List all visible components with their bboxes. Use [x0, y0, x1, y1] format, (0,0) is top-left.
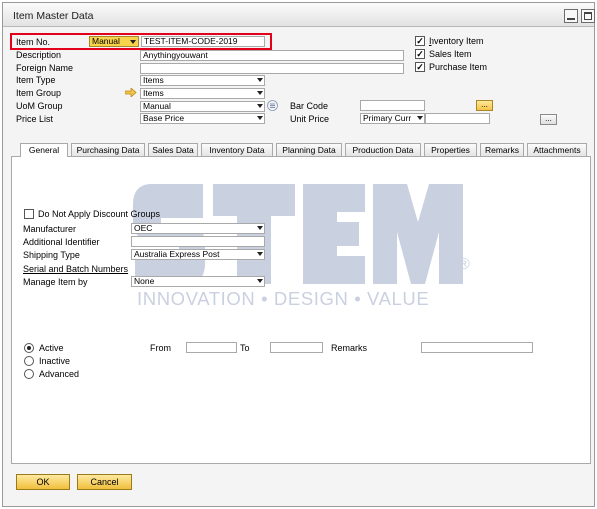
- chevron-down-icon: [257, 78, 263, 82]
- chevron-down-icon: [257, 226, 263, 230]
- unit-price-input[interactable]: [425, 113, 490, 124]
- stem-watermark-logo: [133, 184, 463, 284]
- manufacturer-label: Manufacturer: [23, 224, 77, 234]
- remarks-input[interactable]: [421, 342, 533, 353]
- item-type-dropdown[interactable]: Items: [140, 75, 265, 86]
- item-no-label: Item No.: [16, 37, 51, 47]
- description-value: Anythingyouwant: [143, 50, 208, 60]
- tab-attachments[interactable]: Attachments: [527, 143, 587, 156]
- ok-button[interactable]: OK: [16, 474, 70, 490]
- manage-item-by-dropdown[interactable]: None: [131, 276, 265, 287]
- additional-identifier-label: Additional Identifier: [23, 237, 100, 247]
- item-type-label: Item Type: [16, 75, 56, 85]
- sales-item-label: Sales Item: [429, 49, 472, 59]
- uom-group-value: Manual: [143, 101, 171, 111]
- tab-general[interactable]: General: [20, 143, 68, 157]
- tab-planning-data[interactable]: Planning Data: [276, 143, 342, 156]
- list-details-icon[interactable]: [267, 100, 278, 111]
- item-group-label: Item Group: [16, 88, 62, 98]
- chevron-down-icon: [130, 40, 136, 44]
- bar-code-label: Bar Code: [290, 101, 329, 111]
- chevron-down-icon: [257, 252, 263, 256]
- manufacturer-dropdown[interactable]: OEC: [131, 223, 265, 234]
- title-bar[interactable]: Item Master Data: [3, 3, 595, 27]
- tab-remarks[interactable]: Remarks: [480, 143, 524, 156]
- price-list-dropdown[interactable]: Base Price: [140, 113, 265, 124]
- sales-item-checkbox[interactable]: ✓: [415, 49, 425, 59]
- item-no-mode-dropdown[interactable]: Manual: [89, 36, 139, 47]
- price-list-value: Base Price: [143, 113, 185, 123]
- no-discount-label: Do Not Apply Discount Groups: [38, 209, 161, 219]
- inventory-item-checkbox[interactable]: ✓: [415, 36, 425, 46]
- uom-group-dropdown[interactable]: Manual: [140, 101, 265, 112]
- chevron-down-icon: [417, 116, 423, 120]
- bar-code-browse-button[interactable]: ...: [476, 100, 493, 111]
- manage-item-by-value: None: [134, 276, 155, 286]
- manage-item-by-label: Manage Item by: [23, 277, 88, 287]
- active-radio[interactable]: [24, 343, 34, 353]
- price-list-label: Price List: [16, 114, 54, 124]
- tab-properties[interactable]: Properties: [424, 143, 477, 156]
- unit-price-browse-button[interactable]: ...: [540, 114, 557, 125]
- tab-inventory-data[interactable]: Inventory Data: [201, 143, 273, 156]
- item-no-value: TEST-ITEM-CODE-2019: [144, 36, 238, 46]
- maximize-icon[interactable]: [581, 9, 595, 23]
- watermark-registered-mark: ®: [458, 256, 470, 273]
- chevron-down-icon: [257, 91, 263, 95]
- unit-price-label: Unit Price: [290, 114, 330, 124]
- unit-price-currency-value: Primary Curr: [363, 113, 412, 123]
- inactive-radio[interactable]: [24, 356, 34, 366]
- item-type-value: Items: [143, 75, 164, 85]
- manufacturer-value: OEC: [134, 223, 153, 233]
- description-label: Description: [16, 50, 62, 60]
- to-label: To: [240, 343, 250, 353]
- serial-batch-label[interactable]: Serial and Batch Numbers: [23, 264, 128, 275]
- description-input[interactable]: Anythingyouwant: [140, 50, 404, 61]
- active-label: Active: [39, 343, 64, 353]
- watermark-tagline: INNOVATION • DESIGN • VALUE: [137, 288, 430, 309]
- inactive-label: Inactive: [39, 356, 71, 366]
- window-title: Item Master Data: [13, 10, 94, 22]
- chevron-down-icon: [257, 279, 263, 283]
- no-discount-checkbox[interactable]: [24, 209, 34, 219]
- shipping-type-label: Shipping Type: [23, 250, 80, 260]
- purchase-item-checkbox[interactable]: ✓: [415, 62, 425, 72]
- cancel-button[interactable]: Cancel: [77, 474, 132, 490]
- item-group-dropdown[interactable]: Items: [140, 88, 265, 99]
- shipping-type-dropdown[interactable]: Australia Express Post: [131, 249, 265, 260]
- additional-identifier-input[interactable]: [131, 236, 265, 247]
- foreign-name-label: Foreign Name: [16, 63, 74, 73]
- unit-price-currency-dropdown[interactable]: Primary Curr: [360, 113, 425, 124]
- to-date-input[interactable]: [270, 342, 323, 353]
- from-label: From: [150, 343, 171, 353]
- chevron-down-icon: [257, 116, 263, 120]
- chevron-down-icon: [257, 104, 263, 108]
- item-no-input[interactable]: TEST-ITEM-CODE-2019: [141, 36, 265, 47]
- advanced-label: Advanced: [39, 369, 80, 379]
- bar-code-input[interactable]: [360, 100, 425, 111]
- tab-sales-data[interactable]: Sales Data: [148, 143, 198, 156]
- tab-purchasing-data[interactable]: Purchasing Data: [71, 143, 145, 156]
- minimize-icon[interactable]: [564, 9, 578, 23]
- shipping-type-value: Australia Express Post: [134, 249, 220, 259]
- uom-group-label: UoM Group: [16, 101, 63, 111]
- inventory-item-label: IInventory Item: [426, 36, 484, 46]
- link-arrow-icon[interactable]: [125, 88, 137, 97]
- remarks-label: Remarks: [331, 343, 368, 353]
- from-date-input[interactable]: [186, 342, 237, 353]
- tab-production-data[interactable]: Production Data: [345, 143, 421, 156]
- foreign-name-input[interactable]: [140, 63, 404, 74]
- item-no-mode-value: Manual: [92, 36, 120, 46]
- advanced-radio[interactable]: [24, 369, 34, 379]
- item-group-value: Items: [143, 88, 164, 98]
- purchase-item-label: Purchase Item: [429, 62, 488, 72]
